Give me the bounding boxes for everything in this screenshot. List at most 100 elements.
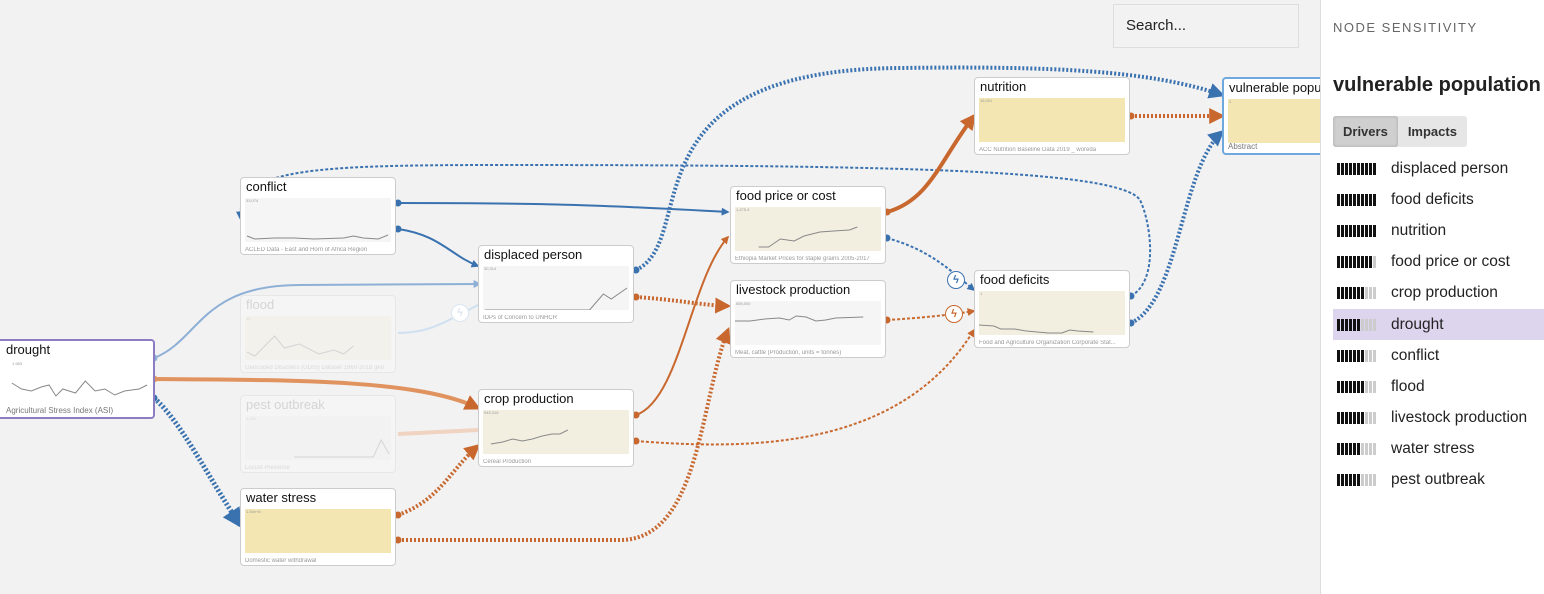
sensitivity-bar xyxy=(1337,256,1385,269)
node-source: Meat, cattle (Production, units = tonnes… xyxy=(735,350,842,356)
node-chart: 1 xyxy=(1228,99,1320,143)
node-title: nutrition xyxy=(980,79,1027,94)
node-title: conflict xyxy=(246,179,287,194)
node-food-deficits[interactable]: food deficits 1 Food and Agriculture Org… xyxy=(974,270,1130,348)
tab-impacts[interactable]: Impacts xyxy=(1398,116,1467,147)
node-title: drought xyxy=(6,342,51,357)
node-source: Geocoded Disasters (GDIS) Dataset 1960-2… xyxy=(245,365,385,371)
node-source: ACC Nutrition Baseline Data 2019 _ wored… xyxy=(979,147,1097,153)
sensitivity-label: crop production xyxy=(1391,284,1498,302)
sensitivity-item[interactable]: conflict xyxy=(1333,340,1544,371)
node-water-stress[interactable]: water stress 1.54e+8 Domestic water with… xyxy=(240,488,396,566)
lightning-icon[interactable]: ϟ xyxy=(451,304,469,322)
max-value: 1.54e+8 xyxy=(246,509,261,514)
node-flood[interactable]: flood 15 Geocoded Disasters (GDIS) Datas… xyxy=(240,295,396,373)
sensitivity-bar xyxy=(1337,224,1385,237)
node-title: livestock production xyxy=(736,282,851,297)
edge-displaced-vulnerable[interactable] xyxy=(635,65,1226,272)
node-chart: 33,074 xyxy=(245,198,391,242)
node-title: food deficits xyxy=(980,272,1050,287)
sensitivity-label: conflict xyxy=(1391,346,1440,364)
node-drought[interactable]: drought 1.983 Agricultural Stress Index … xyxy=(0,339,155,419)
sensitivity-label: drought xyxy=(1391,315,1444,333)
node-chart: 1.54e+8 xyxy=(245,509,391,553)
node-title: pest outbreak xyxy=(246,397,325,412)
sensitivity-item[interactable]: water stress xyxy=(1333,434,1544,465)
node-chart: 1 xyxy=(979,291,1125,335)
max-value: 16,001 xyxy=(980,98,993,103)
node-livestock-production[interactable]: livestock production 655,000 Meat, cattl… xyxy=(730,280,886,358)
sensitivity-label: nutrition xyxy=(1391,221,1447,239)
edge-conflict-displaced[interactable] xyxy=(397,228,480,268)
lightning-icon[interactable]: ϟ xyxy=(947,271,965,289)
node-food-price-or-cost[interactable]: food price or cost 1,475.4 Ethiopia Mark… xyxy=(730,186,886,264)
lightning-icon[interactable]: ϟ xyxy=(945,305,963,323)
sensitivity-label: pest outbreak xyxy=(1391,471,1485,489)
node-title: flood xyxy=(246,297,275,312)
node-chart: 655,000 xyxy=(735,301,881,345)
node-chart: 1.983 xyxy=(2,361,149,405)
sensitivity-item[interactable]: crop production xyxy=(1333,278,1544,309)
node-chart: 1,475.4 xyxy=(735,207,881,251)
panel-heading: NODE SENSITIVITY xyxy=(1333,20,1478,35)
edge-foodprice-nutrition[interactable] xyxy=(886,113,976,214)
edge-pest-crop[interactable] xyxy=(397,428,479,436)
sensitivity-item[interactable]: pest outbreak xyxy=(1333,465,1544,496)
node-chart: 1,000 xyxy=(245,416,391,460)
sensitivity-bar xyxy=(1337,349,1385,362)
node-source: Ethiopia Market Prices for staple grains… xyxy=(735,256,870,262)
sensitivity-item[interactable]: livestock production xyxy=(1333,403,1544,434)
node-source: Cereal Production xyxy=(483,459,532,465)
search-input[interactable]: Search... xyxy=(1113,4,1299,48)
max-value: 1 xyxy=(1229,99,1232,104)
sensitivity-label: food price or cost xyxy=(1391,253,1510,271)
graph-canvas[interactable]: ϟ ϟ ϟ drought 1.983 Agricultural Stress … xyxy=(0,0,1320,594)
sensitivity-item[interactable]: flood xyxy=(1333,371,1544,402)
sensitivity-item[interactable]: food deficits xyxy=(1333,184,1544,215)
sensitivity-bar xyxy=(1337,162,1385,175)
sensitivity-bar xyxy=(1337,474,1385,487)
sensitivity-item[interactable]: food price or cost xyxy=(1333,247,1544,278)
node-title: displaced person xyxy=(484,247,583,262)
node-title: vulnerable population xyxy=(1229,80,1320,95)
edge-deficits-vulnerable[interactable] xyxy=(1130,129,1225,325)
node-chart: 30,314 xyxy=(483,266,629,310)
edge-water-crop[interactable] xyxy=(397,443,481,517)
sensitivity-label: displaced person xyxy=(1391,159,1509,177)
node-displaced-person[interactable]: displaced person 30,314 IDPs of Concern … xyxy=(478,245,634,323)
node-vulnerable-population[interactable]: vulnerable population 1 Abstract xyxy=(1222,77,1320,155)
node-source: Agricultural Stress Index (ASI) xyxy=(6,406,114,415)
node-title: water stress xyxy=(246,490,317,505)
node-source: IDPs of Concern to UNHCR xyxy=(483,315,558,321)
sensitivity-item[interactable]: nutrition xyxy=(1333,215,1544,246)
node-source: Locust Presence xyxy=(245,465,290,471)
node-nutrition[interactable]: nutrition 16,001 ACC Nutrition Baseline … xyxy=(974,77,1130,155)
sensitivity-bar xyxy=(1337,380,1385,393)
node-crop-production[interactable]: crop production 945,316 Cereal Productio… xyxy=(478,389,634,467)
node-source: Abstract xyxy=(1228,142,1258,151)
tab-group: Drivers Impacts xyxy=(1333,116,1467,147)
sensitivity-label: water stress xyxy=(1391,440,1475,458)
node-source: ACLED Data - East and Horn of Africa Reg… xyxy=(245,247,368,253)
sensitivity-label: food deficits xyxy=(1391,190,1474,208)
sensitivity-label: livestock production xyxy=(1391,409,1528,427)
sensitivity-list: displaced person food deficits nutrition fo… xyxy=(1333,153,1544,496)
sensitivity-bar xyxy=(1337,318,1385,331)
edge-drought-water[interactable] xyxy=(152,396,243,529)
sensitivity-item[interactable]: drought xyxy=(1333,308,1544,341)
sensitivity-bar xyxy=(1337,443,1385,456)
sensitivity-bar xyxy=(1337,287,1385,300)
node-source: Food and Agriculture Organization Corpor… xyxy=(979,340,1116,346)
node-title: crop production xyxy=(484,391,574,406)
edge-displaced-livestock[interactable] xyxy=(635,295,732,314)
edge-crop-foodprice[interactable] xyxy=(635,235,730,416)
node-pest-outbreak[interactable]: pest outbreak 1,000 Locust Presence xyxy=(240,395,396,473)
tab-drivers[interactable]: Drivers xyxy=(1333,116,1398,147)
edge-conflict-foodprice[interactable] xyxy=(397,202,730,216)
node-title: food price or cost xyxy=(736,188,836,203)
node-chart: 16,001 xyxy=(979,98,1125,142)
node-source: Domestic water withdrawal xyxy=(245,558,317,564)
sensitivity-item[interactable]: displaced person xyxy=(1333,153,1544,184)
node-sensitivity-panel: NODE SENSITIVITY vulnerable population D… xyxy=(1320,0,1544,594)
node-conflict[interactable]: conflict 33,074 ACLED Data - East and Ho… xyxy=(240,177,396,255)
